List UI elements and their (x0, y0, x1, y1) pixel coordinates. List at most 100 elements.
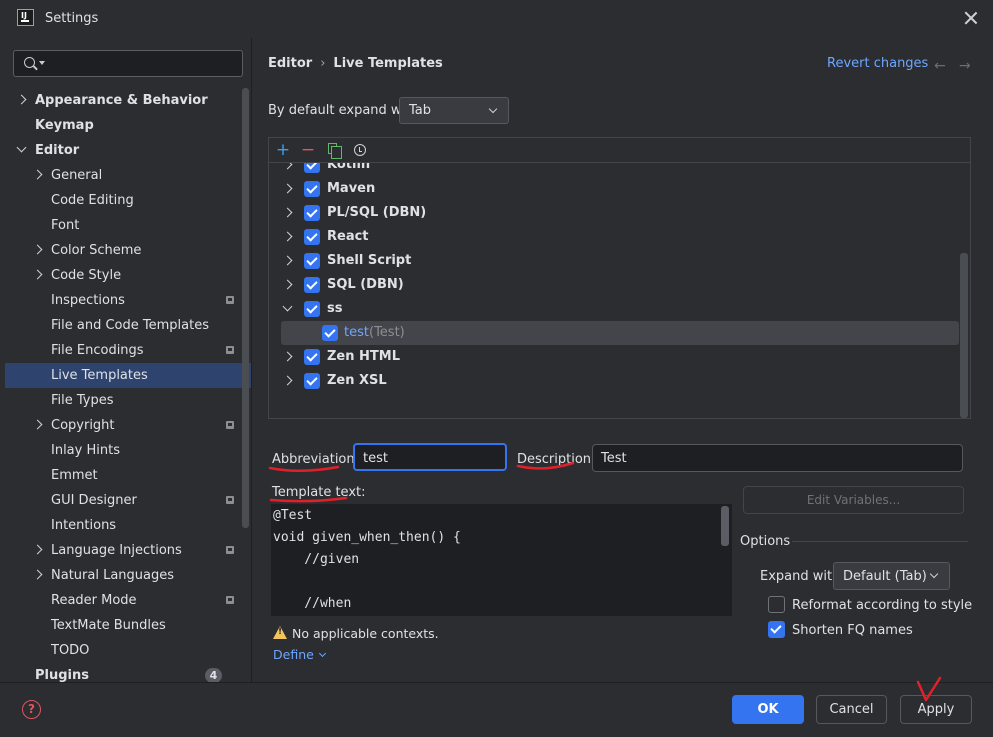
cancel-button[interactable]: Cancel (816, 695, 887, 724)
expand-with-select[interactable]: Default (Tab) (833, 562, 950, 590)
revert-changes-link[interactable]: Revert changes (827, 56, 928, 71)
chevron-right-icon[interactable] (16, 94, 27, 105)
chevron-down-icon[interactable] (282, 301, 293, 312)
sidebar-item-label: Color Scheme (51, 243, 142, 258)
apply-button[interactable]: Apply (900, 695, 972, 724)
enabled-checkbox[interactable] (304, 301, 320, 317)
expand-with-value: Default (Tab) (843, 569, 927, 584)
sidebar-item-copyright[interactable]: Copyright (5, 413, 251, 438)
sidebar-item-editor[interactable]: Editor (5, 138, 251, 163)
sidebar-scrollbar[interactable] (242, 88, 249, 528)
duplicate-icon[interactable] (328, 143, 342, 159)
sidebar-item-emmet[interactable]: Emmet (5, 463, 251, 488)
chevron-right-icon[interactable] (32, 419, 43, 430)
options-title: Options (740, 534, 791, 549)
template-row[interactable]: test (Test) (281, 321, 959, 345)
sidebar-item-todo[interactable]: TODO (5, 638, 251, 663)
enabled-checkbox[interactable] (304, 229, 320, 245)
sidebar-item-natural-languages[interactable]: Natural Languages (5, 563, 251, 588)
sidebar-item-font[interactable]: Font (5, 213, 251, 238)
remove-icon[interactable]: − (298, 140, 318, 160)
settings-search-input[interactable] (13, 50, 243, 77)
description-label: Description: (517, 452, 596, 467)
chevron-right-icon[interactable] (282, 375, 293, 386)
sidebar-item-file-types[interactable]: File Types (5, 388, 251, 413)
shorten-fq-checkbox[interactable] (768, 621, 785, 638)
enabled-checkbox[interactable] (304, 205, 320, 221)
forward-arrow-icon[interactable]: → (959, 58, 971, 74)
chevron-right-icon[interactable] (282, 351, 293, 362)
sidebar-item-label: Editor (35, 143, 80, 158)
editor-scrollbar[interactable] (721, 506, 729, 546)
sidebar-item-language-injections[interactable]: Language Injections (5, 538, 251, 563)
default-expand-select[interactable]: Tab (399, 97, 509, 124)
chevron-right-icon[interactable] (32, 544, 43, 555)
sidebar-item-label: Emmet (51, 468, 98, 483)
help-icon[interactable]: ? (22, 700, 41, 719)
template-text-editor[interactable]: @Test void given_when_then() { //given /… (271, 504, 732, 616)
sidebar-item-reader-mode[interactable]: Reader Mode (5, 588, 251, 613)
code-line: void given_when_then() { (273, 530, 461, 545)
chevron-right-icon[interactable] (282, 183, 293, 194)
define-contexts-link[interactable]: Define (273, 647, 326, 662)
sidebar-item-live-templates[interactable]: Live Templates (5, 363, 251, 388)
enabled-checkbox[interactable] (304, 181, 320, 197)
abbreviation-field[interactable]: test (353, 443, 507, 471)
template-group-row[interactable]: Maven (269, 177, 959, 201)
close-icon[interactable] (963, 10, 979, 26)
back-arrow-icon[interactable]: ← (934, 58, 946, 74)
template-group-row[interactable]: React (269, 225, 959, 249)
chevron-right-icon[interactable] (32, 169, 43, 180)
enabled-checkbox[interactable] (304, 253, 320, 269)
template-label: Maven (327, 181, 376, 196)
sidebar-item-color-scheme[interactable]: Color Scheme (5, 238, 251, 263)
sidebar-item-file-and-code-templates[interactable]: File and Code Templates (5, 313, 251, 338)
sidebar-item-code-editing[interactable]: Code Editing (5, 188, 251, 213)
sidebar-item-inlay-hints[interactable]: Inlay Hints (5, 438, 251, 463)
add-icon[interactable]: + (273, 140, 293, 160)
sidebar-item-appearance-behavior[interactable]: Appearance & Behavior (5, 88, 251, 113)
chevron-down-icon[interactable] (16, 142, 27, 153)
chevron-right-icon[interactable] (282, 231, 293, 242)
code-line: //when (273, 596, 352, 611)
sidebar-item-file-encodings[interactable]: File Encodings (5, 338, 251, 363)
sidebar-item-general[interactable]: General (5, 163, 251, 188)
chevron-right-icon[interactable] (32, 269, 43, 280)
sidebar-item-inspections[interactable]: Inspections (5, 288, 251, 313)
chevron-right-icon[interactable] (282, 207, 293, 218)
template-group-row[interactable]: Kotlin (269, 163, 959, 177)
enabled-checkbox[interactable] (322, 325, 338, 341)
chevron-down-icon (318, 649, 326, 658)
edit-variables-button[interactable]: Edit Variables... (743, 486, 964, 514)
template-label: PL/SQL (DBN) (327, 205, 427, 220)
template-group-row[interactable]: SQL (DBN) (269, 273, 959, 297)
description-field[interactable]: Test (592, 444, 963, 472)
chevron-right-icon[interactable] (282, 163, 293, 170)
templates-scrollbar[interactable] (960, 253, 968, 418)
template-label: SQL (DBN) (327, 277, 404, 292)
breadcrumb-item-editor[interactable]: Editor (268, 56, 312, 71)
sidebar-item-code-style[interactable]: Code Style (5, 263, 251, 288)
sidebar-item-label: Live Templates (51, 368, 148, 383)
reformat-checkbox[interactable] (768, 596, 785, 613)
template-group-row[interactable]: Zen HTML (269, 345, 959, 369)
sidebar-item-keymap[interactable]: Keymap (5, 113, 251, 138)
sidebar-item-textmate-bundles[interactable]: TextMate Bundles (5, 613, 251, 638)
enabled-checkbox[interactable] (304, 349, 320, 365)
sidebar-item-intentions[interactable]: Intentions (5, 513, 251, 538)
template-group-row[interactable]: Zen XSL (269, 369, 959, 393)
enabled-checkbox[interactable] (304, 163, 320, 173)
chevron-right-icon[interactable] (282, 279, 293, 290)
template-group-row[interactable]: PL/SQL (DBN) (269, 201, 959, 225)
enabled-checkbox[interactable] (304, 277, 320, 293)
enabled-checkbox[interactable] (304, 373, 320, 389)
chevron-right-icon[interactable] (282, 255, 293, 266)
ok-button[interactable]: OK (732, 695, 804, 724)
restore-defaults-icon[interactable] (354, 144, 366, 156)
template-group-row[interactable]: Shell Script (269, 249, 959, 273)
intellij-logo-icon: IJ (17, 9, 34, 26)
template-group-row[interactable]: ss (269, 297, 959, 321)
sidebar-item-gui-designer[interactable]: GUI Designer (5, 488, 251, 513)
chevron-right-icon[interactable] (32, 569, 43, 580)
chevron-right-icon[interactable] (32, 244, 43, 255)
